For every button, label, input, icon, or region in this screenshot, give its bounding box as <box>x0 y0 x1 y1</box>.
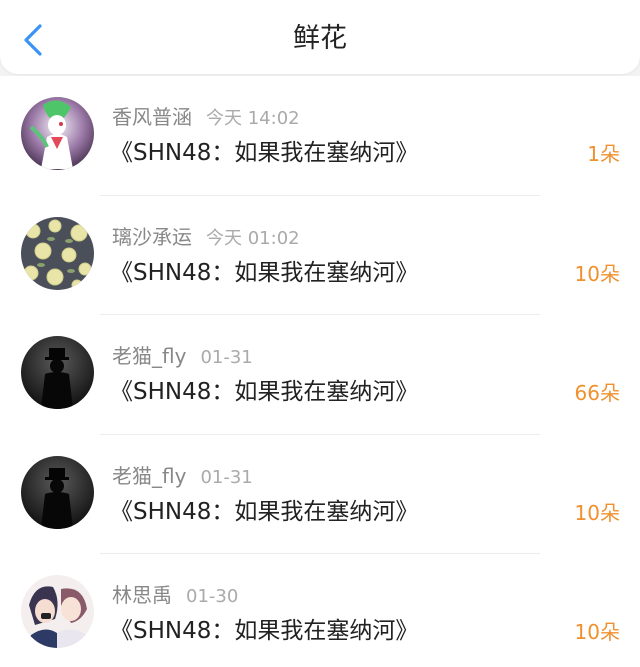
flower-count: 1朵 <box>587 142 620 166</box>
timestamp: 今天 14:02 <box>206 108 300 129</box>
user-avatar[interactable] <box>21 97 94 170</box>
flower-record-list: 香风普涵 今天 14:02 《SHN48：如果我在塞纳河》 1朵 璃沙承运 今天… <box>0 76 640 667</box>
flower-count: 10朵 <box>574 261 620 286</box>
user-avatar[interactable] <box>21 455 94 529</box>
user-name[interactable]: 林思禹 <box>112 583 172 607</box>
list-item[interactable]: 老猫_fly 01-31 《SHN48：如果我在塞纳河》 10朵 <box>0 435 640 554</box>
user-name[interactable]: 香风普涵 <box>112 105 192 129</box>
list-item[interactable]: 林思禹 01-30 《SHN48：如果我在塞纳河》 10朵 <box>0 554 640 667</box>
list-item[interactable]: 璃沙承运 今天 01:02 《SHN48：如果我在塞纳河》 10朵 <box>0 196 640 315</box>
timestamp: 01-31 <box>200 347 253 368</box>
work-title[interactable]: 《SHN48：如果我在塞纳河》 <box>110 615 418 647</box>
user-name[interactable]: 老猫_fly <box>112 464 186 488</box>
timestamp: 今天 01:02 <box>206 227 300 249</box>
user-name[interactable]: 老猫_fly <box>112 344 186 368</box>
top-bar: 鲜花 <box>0 0 640 74</box>
work-title[interactable]: 《SHN48：如果我在塞纳河》 <box>110 137 418 169</box>
work-title[interactable]: 《SHN48：如果我在塞纳河》 <box>110 257 418 289</box>
user-avatar[interactable] <box>21 216 94 290</box>
flower-count: 10朵 <box>574 500 620 525</box>
timestamp: 01-31 <box>200 466 253 488</box>
list-item[interactable]: 老猫_fly 01-31 《SHN48：如果我在塞纳河》 66朵 <box>0 315 640 435</box>
user-name[interactable]: 璃沙承运 <box>112 225 192 249</box>
flower-count: 66朵 <box>574 381 620 405</box>
flower-count: 10朵 <box>574 620 620 644</box>
list-item[interactable]: 香风普涵 今天 14:02 《SHN48：如果我在塞纳河》 1朵 <box>0 76 640 196</box>
work-title[interactable]: 《SHN48：如果我在塞纳河》 <box>110 376 418 408</box>
user-avatar[interactable] <box>21 336 94 409</box>
user-avatar[interactable] <box>21 575 94 648</box>
work-title[interactable]: 《SHN48：如果我在塞纳河》 <box>110 496 418 528</box>
page-title: 鲜花 <box>293 23 347 54</box>
timestamp: 01-30 <box>186 586 239 607</box>
